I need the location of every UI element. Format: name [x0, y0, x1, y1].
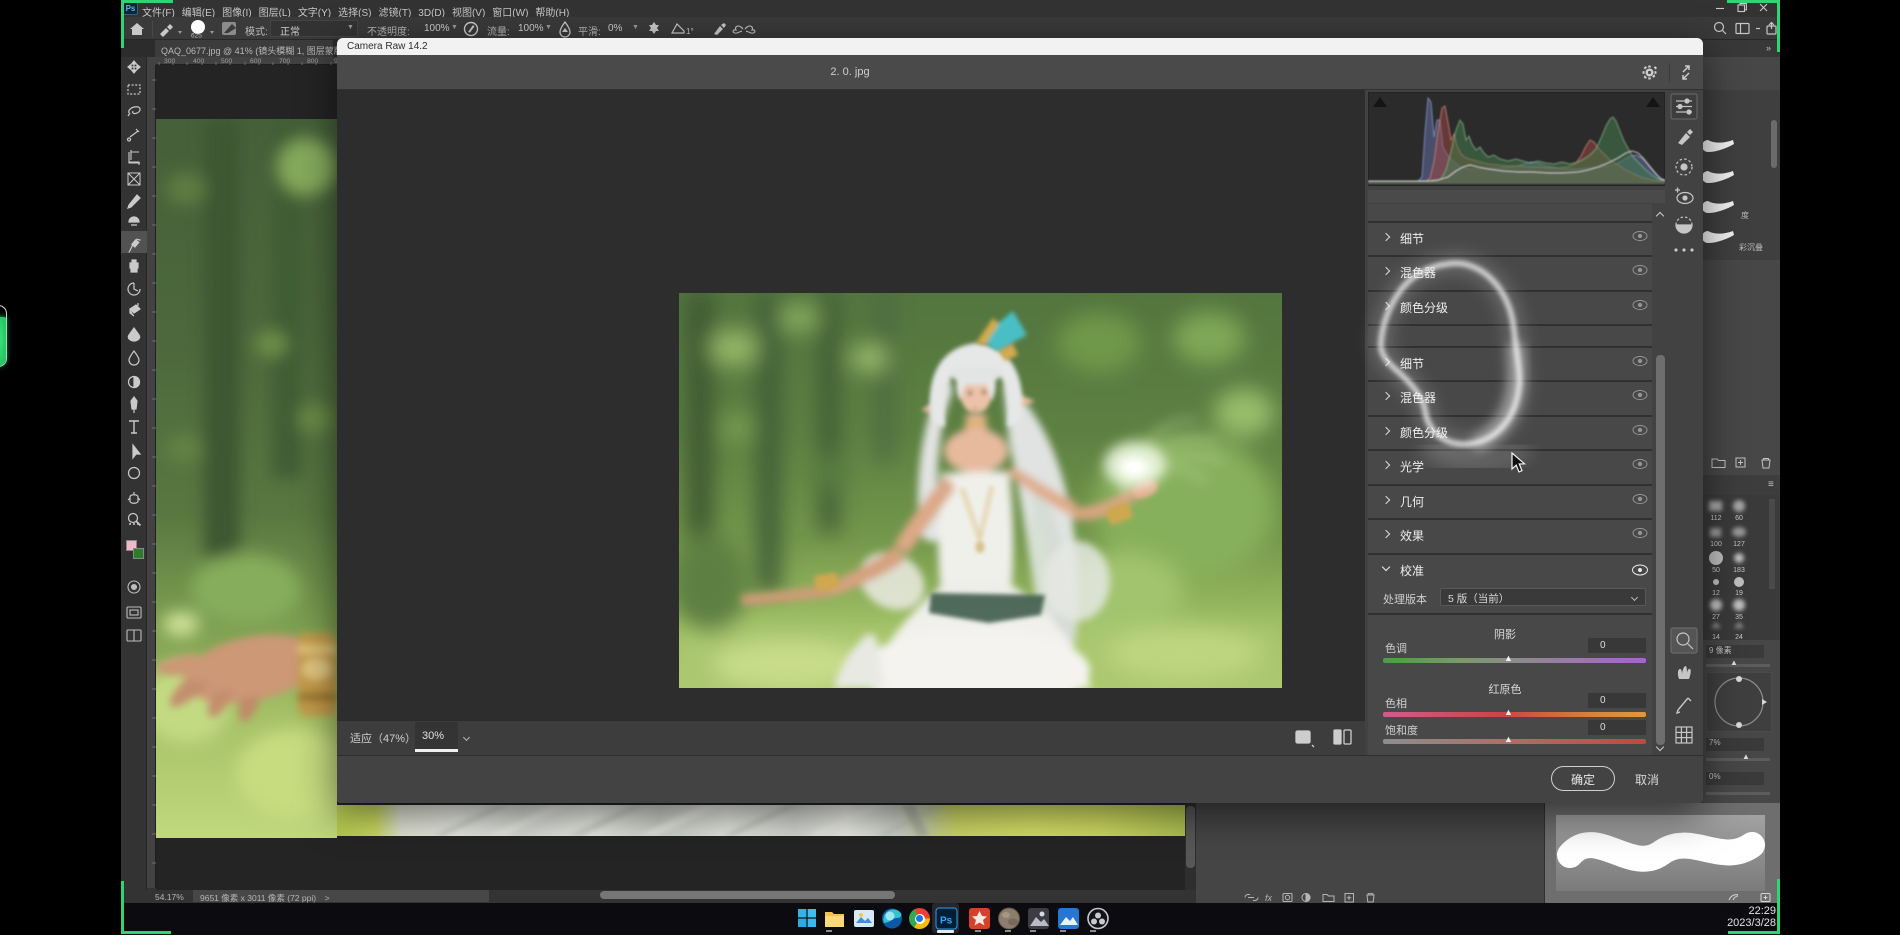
svg-text:127: 127: [1733, 541, 1745, 548]
svg-text:183: 183: [1733, 567, 1745, 574]
svg-text:1°: 1°: [686, 27, 694, 36]
svg-text:500: 500: [221, 58, 233, 65]
svg-text:400: 400: [193, 58, 205, 65]
svg-text:27: 27: [1712, 614, 1720, 621]
svg-text:300: 300: [164, 58, 176, 65]
svg-text:35: 35: [1735, 614, 1743, 621]
svg-text:19: 19: [1735, 590, 1743, 597]
svg-text:Ps: Ps: [940, 916, 953, 927]
svg-text:12: 12: [1712, 590, 1720, 597]
svg-text:50: 50: [1712, 567, 1720, 574]
svg-text:14: 14: [1712, 634, 1720, 640]
svg-text:600: 600: [250, 58, 262, 65]
svg-text:625: 625: [191, 33, 202, 39]
svg-text:60: 60: [1735, 515, 1743, 522]
svg-text:800: 800: [307, 58, 319, 65]
svg-text:700: 700: [279, 58, 291, 65]
svg-text:24: 24: [1735, 634, 1743, 640]
svg-text:100: 100: [1710, 541, 1722, 548]
svg-text:彩沉叠: 彩沉叠: [1739, 242, 1763, 252]
svg-text:fx: fx: [1265, 893, 1273, 903]
svg-text:112: 112: [1710, 515, 1721, 522]
svg-text:度: 度: [1741, 210, 1749, 220]
